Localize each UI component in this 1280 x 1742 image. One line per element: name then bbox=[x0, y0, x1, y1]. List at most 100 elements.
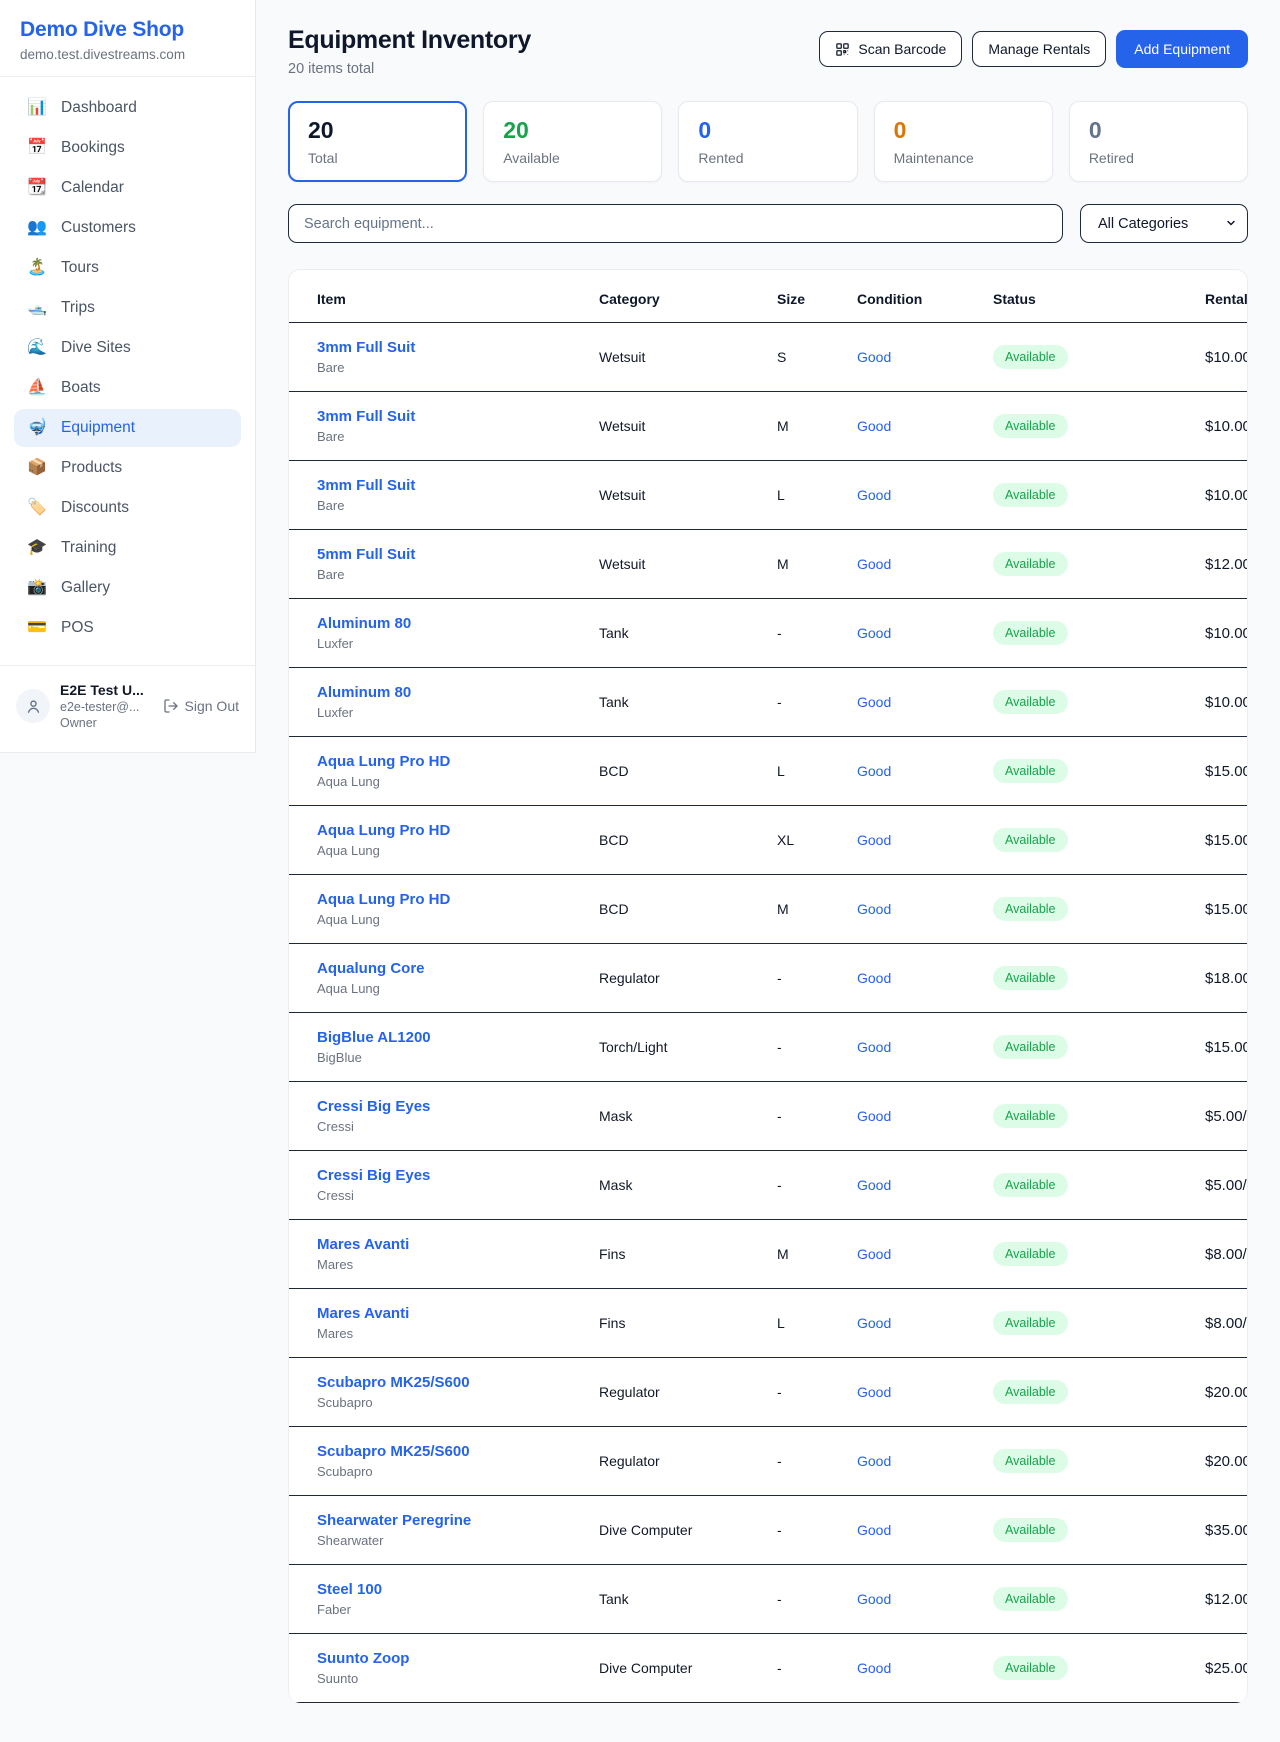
item-name-link[interactable]: Aluminum 80 bbox=[317, 684, 599, 701]
status-cell: Available bbox=[993, 690, 1205, 714]
item-name-link[interactable]: Suunto Zoop bbox=[317, 1650, 599, 1667]
item-cell: 3mm Full Suit Bare bbox=[317, 408, 599, 444]
condition-link[interactable]: Good bbox=[857, 1660, 993, 1676]
item-name-link[interactable]: Aqualung Core bbox=[317, 960, 599, 977]
search-input[interactable] bbox=[288, 204, 1063, 243]
category-cell: Fins bbox=[599, 1246, 777, 1262]
condition-link[interactable]: Good bbox=[857, 1591, 993, 1607]
main-content: Equipment Inventory 20 items total Scan … bbox=[256, 0, 1280, 1713]
item-name-link[interactable]: Aluminum 80 bbox=[317, 615, 599, 632]
condition-link[interactable]: Good bbox=[857, 487, 993, 503]
stat-card-available[interactable]: 20 Available bbox=[483, 101, 662, 182]
category-cell: Wetsuit bbox=[599, 349, 777, 365]
sign-out-label: Sign Out bbox=[185, 698, 239, 714]
item-name-link[interactable]: Aqua Lung Pro HD bbox=[317, 891, 599, 908]
table-row: Suunto Zoop Suunto Dive Computer - Good … bbox=[289, 1634, 1247, 1703]
sidebar-item-dive-sites[interactable]: 🌊 Dive Sites bbox=[14, 329, 241, 367]
sidebar-item-customers[interactable]: 👥 Customers bbox=[14, 209, 241, 247]
item-name-link[interactable]: Aqua Lung Pro HD bbox=[317, 822, 599, 839]
item-name-link[interactable]: Cressi Big Eyes bbox=[317, 1098, 599, 1115]
sign-out-button[interactable]: Sign Out bbox=[163, 698, 239, 714]
sidebar-item-products[interactable]: 📦 Products bbox=[14, 449, 241, 487]
item-name-link[interactable]: Shearwater Peregrine bbox=[317, 1512, 599, 1529]
stat-value: 20 bbox=[308, 117, 447, 144]
brand-name[interactable]: Demo Dive Shop bbox=[20, 18, 235, 42]
sidebar-item-pos[interactable]: 💳 POS bbox=[14, 609, 241, 647]
category-cell: Regulator bbox=[599, 1384, 777, 1400]
item-name-link[interactable]: 3mm Full Suit bbox=[317, 339, 599, 356]
page-title-block: Equipment Inventory 20 items total bbox=[288, 26, 531, 77]
item-name-link[interactable]: Aqua Lung Pro HD bbox=[317, 753, 599, 770]
stat-card-total[interactable]: 20 Total bbox=[288, 101, 467, 182]
manage-rentals-button[interactable]: Manage Rentals bbox=[972, 31, 1106, 67]
person-icon bbox=[25, 698, 42, 715]
page-header: Equipment Inventory 20 items total Scan … bbox=[288, 26, 1248, 77]
status-badge: Available bbox=[993, 1656, 1068, 1680]
table-row: Shearwater Peregrine Shearwater Dive Com… bbox=[289, 1496, 1247, 1565]
stat-label: Available bbox=[503, 150, 642, 166]
condition-link[interactable]: Good bbox=[857, 1039, 993, 1055]
condition-link[interactable]: Good bbox=[857, 694, 993, 710]
scan-barcode-button[interactable]: Scan Barcode bbox=[819, 31, 962, 67]
add-equipment-button[interactable]: Add Equipment bbox=[1116, 30, 1248, 68]
sidebar-item-bookings[interactable]: 📅 Bookings bbox=[14, 129, 241, 167]
rental-cell: $10.00/day bbox=[1205, 349, 1248, 366]
sidebar-item-dashboard[interactable]: 📊 Dashboard bbox=[14, 89, 241, 127]
item-name-link[interactable]: Steel 100 bbox=[317, 1581, 599, 1598]
sidebar-item-trips[interactable]: 🛥️ Trips bbox=[14, 289, 241, 327]
category-select[interactable]: All Categories bbox=[1080, 204, 1248, 243]
condition-link[interactable]: Good bbox=[857, 970, 993, 986]
sidebar-item-equipment[interactable]: 🤿 Equipment bbox=[14, 409, 241, 447]
condition-link[interactable]: Good bbox=[857, 1453, 993, 1469]
brand-block: Demo Dive Shop demo.test.divestreams.com bbox=[0, 0, 255, 77]
status-badge: Available bbox=[993, 1380, 1068, 1404]
stat-card-retired[interactable]: 0 Retired bbox=[1069, 101, 1248, 182]
item-name-link[interactable]: Scubapro MK25/S600 bbox=[317, 1374, 599, 1391]
item-brand: Luxfer bbox=[317, 636, 599, 651]
condition-link[interactable]: Good bbox=[857, 556, 993, 572]
stat-card-maintenance[interactable]: 0 Maintenance bbox=[874, 101, 1053, 182]
category-cell: Wetsuit bbox=[599, 487, 777, 503]
item-name-link[interactable]: 3mm Full Suit bbox=[317, 408, 599, 425]
stat-card-rented[interactable]: 0 Rented bbox=[678, 101, 857, 182]
item-name-link[interactable]: Cressi Big Eyes bbox=[317, 1167, 599, 1184]
user-box: E2E Test U... e2e-tester@... Owner Sign … bbox=[0, 665, 255, 748]
item-name-link[interactable]: Mares Avanti bbox=[317, 1236, 599, 1253]
condition-link[interactable]: Good bbox=[857, 625, 993, 641]
manage-rentals-label: Manage Rentals bbox=[988, 41, 1090, 57]
item-name-link[interactable]: 3mm Full Suit bbox=[317, 477, 599, 494]
rental-cell: $10.00/day bbox=[1205, 694, 1248, 711]
condition-link[interactable]: Good bbox=[857, 1315, 993, 1331]
sidebar-item-training[interactable]: 🎓 Training bbox=[14, 529, 241, 567]
table-row: Aqua Lung Pro HD Aqua Lung BCD L Good Av… bbox=[289, 737, 1247, 806]
sidebar-item-gallery[interactable]: 📸 Gallery bbox=[14, 569, 241, 607]
item-name-link[interactable]: BigBlue AL1200 bbox=[317, 1029, 599, 1046]
category-cell: BCD bbox=[599, 763, 777, 779]
nav-label: Boats bbox=[61, 379, 101, 397]
sidebar-item-boats[interactable]: ⛵ Boats bbox=[14, 369, 241, 407]
stat-label: Total bbox=[308, 150, 447, 166]
sidebar-item-calendar[interactable]: 📆 Calendar bbox=[14, 169, 241, 207]
condition-link[interactable]: Good bbox=[857, 418, 993, 434]
category-cell: Mask bbox=[599, 1177, 777, 1193]
item-cell: 5mm Full Suit Bare bbox=[317, 546, 599, 582]
item-name-link[interactable]: Mares Avanti bbox=[317, 1305, 599, 1322]
item-name-link[interactable]: Scubapro MK25/S600 bbox=[317, 1443, 599, 1460]
table-row: Cressi Big Eyes Cressi Mask - Good Avail… bbox=[289, 1151, 1247, 1220]
status-cell: Available bbox=[993, 1656, 1205, 1680]
condition-link[interactable]: Good bbox=[857, 1177, 993, 1193]
sidebar-item-discounts[interactable]: 🏷️ Discounts bbox=[14, 489, 241, 527]
condition-link[interactable]: Good bbox=[857, 763, 993, 779]
condition-link[interactable]: Good bbox=[857, 1108, 993, 1124]
sidebar-item-tours[interactable]: 🏝️ Tours bbox=[14, 249, 241, 287]
condition-link[interactable]: Good bbox=[857, 1384, 993, 1400]
condition-link[interactable]: Good bbox=[857, 901, 993, 917]
table-body: 3mm Full Suit Bare Wetsuit S Good Availa… bbox=[289, 323, 1247, 1703]
condition-link[interactable]: Good bbox=[857, 1522, 993, 1538]
condition-link[interactable]: Good bbox=[857, 349, 993, 365]
category-cell: Mask bbox=[599, 1108, 777, 1124]
item-name-link[interactable]: 5mm Full Suit bbox=[317, 546, 599, 563]
stat-value: 0 bbox=[1089, 117, 1228, 144]
condition-link[interactable]: Good bbox=[857, 832, 993, 848]
condition-link[interactable]: Good bbox=[857, 1246, 993, 1262]
